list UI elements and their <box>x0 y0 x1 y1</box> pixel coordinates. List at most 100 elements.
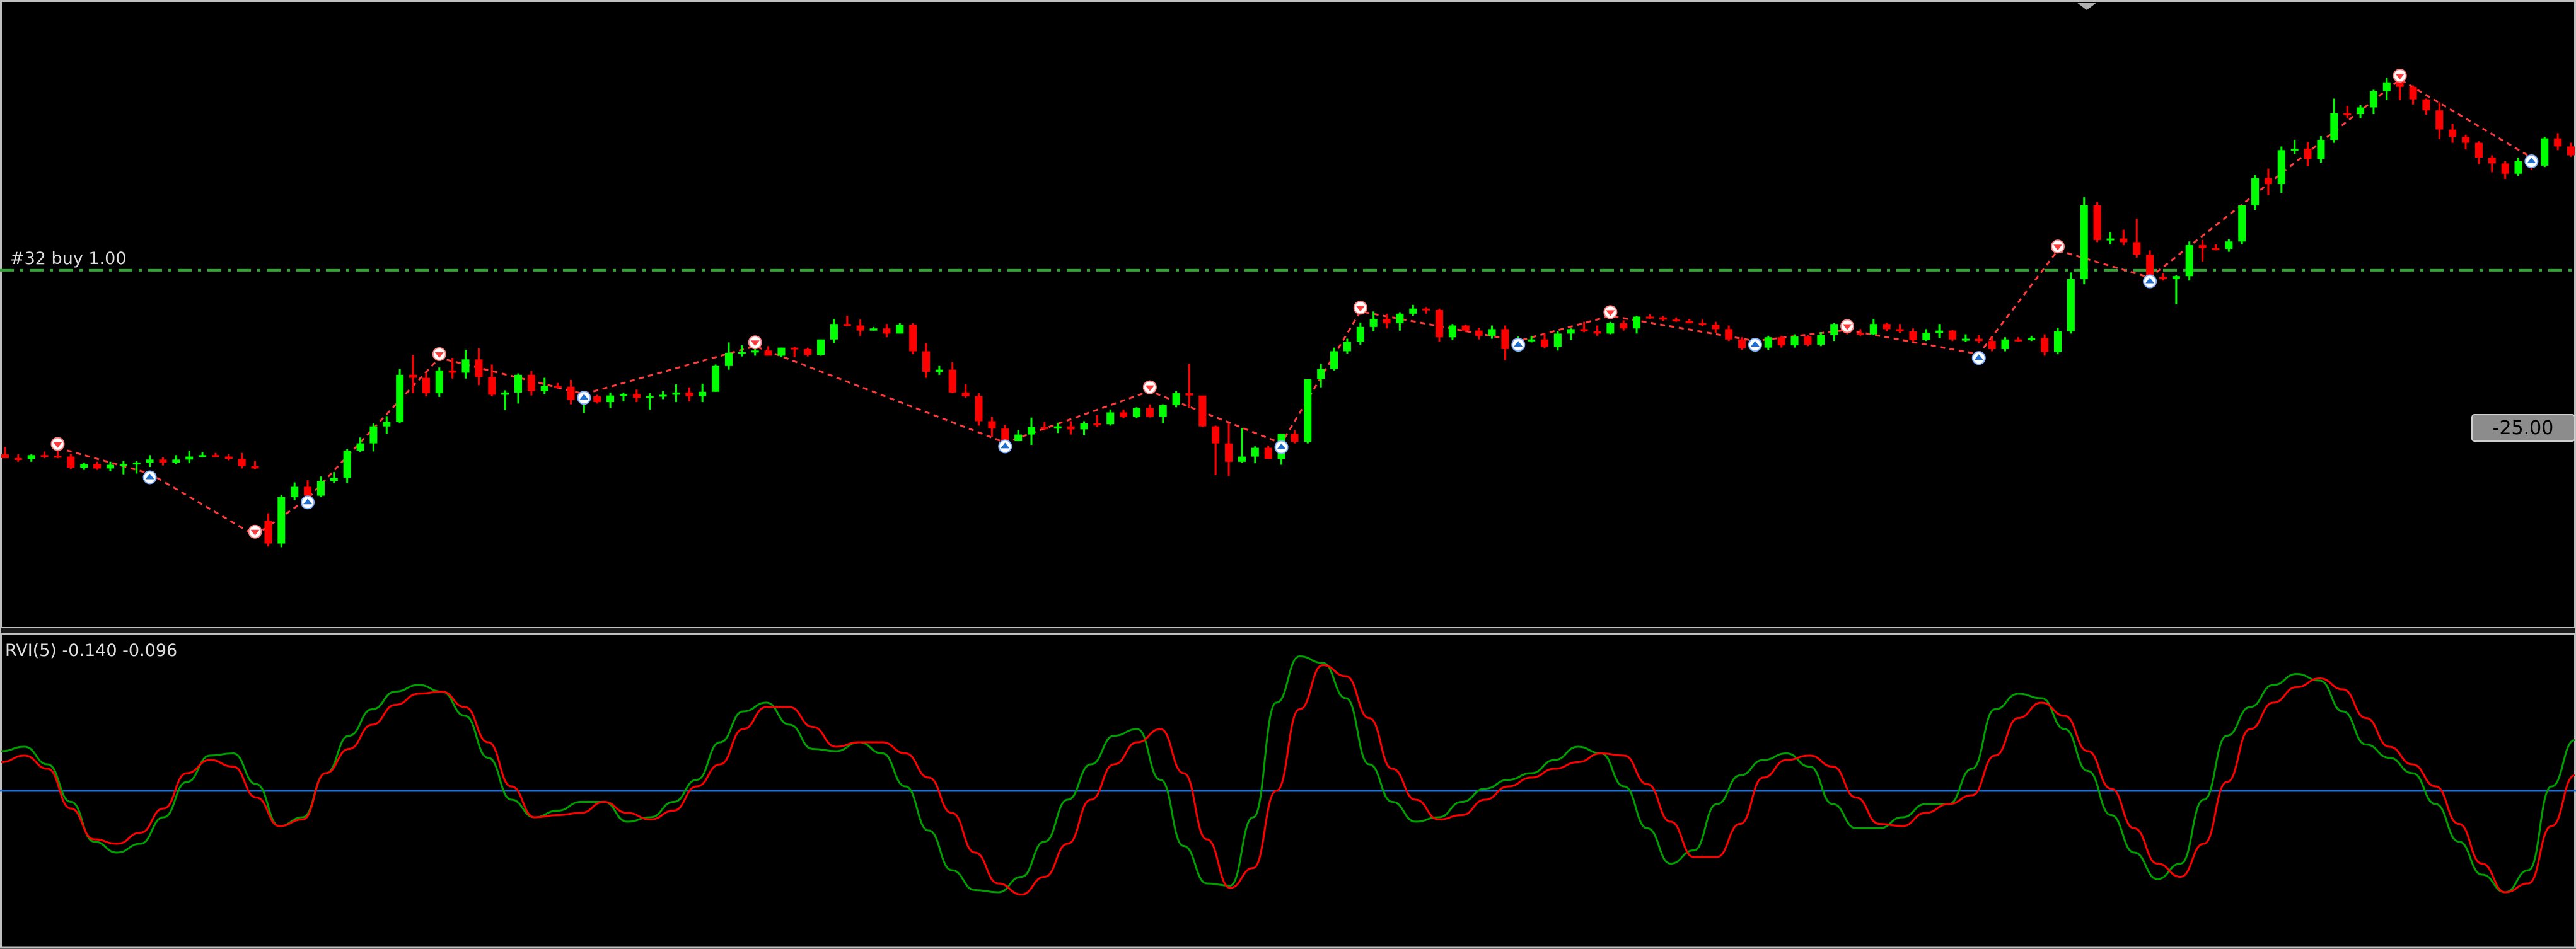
candle-body <box>1185 393 1193 396</box>
candle-body <box>2488 157 2496 164</box>
candle-body <box>1541 339 1548 347</box>
candle-body <box>2290 148 2299 151</box>
candle-body <box>1053 426 1062 429</box>
candle-body <box>185 456 194 460</box>
candle-body <box>1975 338 1983 342</box>
candle-body <box>606 395 615 403</box>
candle-body <box>2251 178 2260 205</box>
candle <box>909 323 917 355</box>
candle-body <box>1146 408 1154 417</box>
candle <box>2541 137 2549 168</box>
candle-body <box>514 374 522 393</box>
candle-body <box>2514 161 2522 174</box>
candle <box>2185 241 2193 281</box>
candle-body <box>330 478 338 481</box>
candle <box>1132 407 1140 418</box>
candle-body <box>27 455 35 459</box>
candle-body <box>1 454 9 458</box>
candle-body <box>1698 323 1707 326</box>
candle-body <box>2369 91 2377 108</box>
candle <box>277 495 286 548</box>
candle-body <box>1212 426 1220 444</box>
candle-body <box>659 394 667 397</box>
candle-body <box>738 352 746 354</box>
candle-body <box>2382 82 2391 91</box>
candle <box>2067 272 2075 334</box>
candle-body <box>2198 245 2207 248</box>
candle-body <box>1645 316 1654 319</box>
candle-body <box>1580 329 1588 331</box>
candle-body <box>2172 276 2180 279</box>
candle-body <box>224 456 233 459</box>
candle-body <box>1106 412 1115 425</box>
candle <box>1436 308 1444 342</box>
candle-body <box>2067 279 2075 331</box>
candle-body <box>1672 319 1680 322</box>
candle-body <box>2304 148 2312 159</box>
candle-body <box>146 459 154 463</box>
candle-body <box>883 328 891 334</box>
candle-body <box>1553 333 1562 347</box>
candle-body <box>632 394 641 398</box>
candle <box>712 364 720 392</box>
candle-body <box>2146 255 2154 277</box>
candle-body <box>1830 324 1838 335</box>
candle-body <box>1896 329 1904 331</box>
candle-body <box>948 369 956 393</box>
candle-body <box>316 481 325 496</box>
candle-body <box>1764 337 1772 348</box>
candle-body <box>922 351 931 372</box>
candle <box>1606 321 1615 335</box>
candle-body <box>593 396 601 403</box>
candle-body <box>2264 178 2272 185</box>
candle-body <box>843 324 851 326</box>
candle-body <box>40 455 49 457</box>
candle-body <box>251 466 259 469</box>
candle-body <box>1132 408 1140 417</box>
candle-body <box>817 339 825 355</box>
candle-body <box>2120 238 2128 243</box>
candle-body <box>1738 339 1746 348</box>
candle-body <box>80 464 88 468</box>
candle-body <box>54 456 62 458</box>
candle-body <box>1712 325 1720 330</box>
candle-body <box>2133 242 2141 255</box>
candle-body <box>1777 337 1785 346</box>
candle-body <box>1448 325 1456 338</box>
candle-body <box>2212 248 2220 250</box>
candle-body <box>764 350 772 356</box>
candle-body <box>1593 331 1601 334</box>
candle-body <box>2106 238 2115 241</box>
candle-body <box>2567 146 2575 156</box>
candle-body <box>856 325 864 331</box>
candle-body <box>93 464 102 469</box>
candle <box>435 367 443 397</box>
candle-body <box>2041 338 2049 352</box>
candle-body <box>896 325 904 334</box>
candle-body <box>2541 138 2549 166</box>
candle-body <box>2357 107 2365 115</box>
candle-body <box>1396 313 1404 324</box>
order-line-label: #32 buy 1.00 <box>10 249 127 268</box>
candle-body <box>2001 339 2009 349</box>
candle-body <box>1949 330 1957 340</box>
candle-body <box>975 396 983 422</box>
candle-body <box>172 459 180 463</box>
candle-body <box>1685 321 1693 324</box>
candle-body <box>1567 329 1575 334</box>
candle-body <box>2409 86 2417 100</box>
candle-body <box>343 451 351 478</box>
candle-body <box>2554 138 2562 147</box>
candle-body <box>1304 379 1312 442</box>
candle-body <box>1014 434 1023 442</box>
candle-body <box>159 459 167 463</box>
candle-body <box>1869 324 1877 335</box>
chart-background <box>0 0 2576 949</box>
candle-body <box>1343 342 1351 352</box>
candle-body <box>554 386 562 388</box>
candle-body <box>1080 423 1088 430</box>
candle-body <box>1725 329 1733 340</box>
candle-body <box>1028 427 1035 435</box>
candle-body <box>1291 434 1299 442</box>
candle <box>2093 202 2101 243</box>
